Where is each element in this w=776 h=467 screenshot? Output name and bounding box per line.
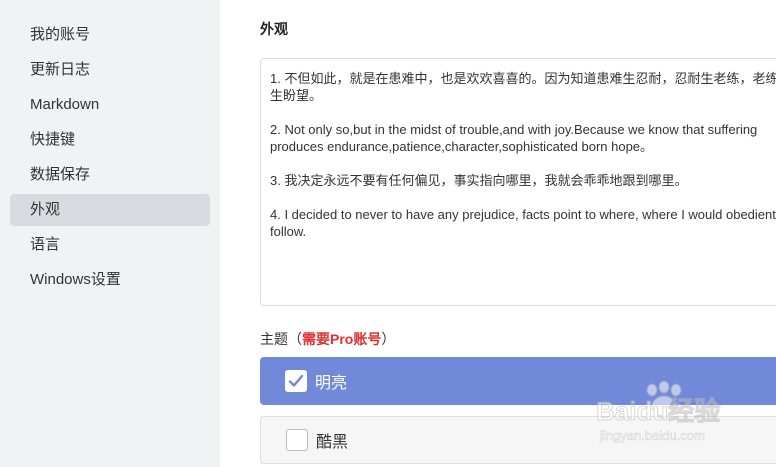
appearance-preview-box: 1. 不但如此，就是在患难中，也是欢欢喜喜的。因为知道患难生忍耐，忍耐生老练，老… bbox=[260, 58, 776, 306]
preview-paragraph: 4. I decided to never to have any prejud… bbox=[270, 207, 776, 239]
sidebar-item-shortcuts[interactable]: 快捷键 bbox=[10, 124, 210, 156]
preview-paragraph: 1. 不但如此，就是在患难中，也是欢欢喜喜的。因为知道患难生忍耐，忍耐生老练，老… bbox=[270, 71, 776, 103]
settings-main-panel: 外观 1. 不但如此，就是在患难中，也是欢欢喜喜的。因为知道患难生忍耐，忍耐生老… bbox=[220, 0, 776, 467]
sidebar-item-appearance[interactable]: 外观 bbox=[10, 194, 210, 226]
sidebar-item-markdown[interactable]: Markdown bbox=[10, 89, 210, 121]
section-title: 外观 bbox=[260, 21, 288, 37]
theme-label-close: ） bbox=[381, 331, 396, 347]
theme-option-light[interactable]: 明亮 bbox=[260, 357, 776, 405]
pro-required-note: 需要Pro账号 bbox=[302, 331, 382, 347]
theme-option-label: 明亮 bbox=[315, 375, 348, 392]
theme-label: 主题（需要Pro账号） bbox=[260, 329, 395, 349]
theme-option-label: 酷黑 bbox=[316, 434, 349, 451]
sidebar-item-data-saving[interactable]: 数据保存 bbox=[10, 159, 210, 191]
preview-paragraph: 3. 我决定永远不要有任何偏见，事实指向哪里，我就会乖乖地跟到哪里。 bbox=[270, 173, 688, 188]
sidebar-item-language[interactable]: 语言 bbox=[10, 229, 210, 261]
checkbox-checked-icon[interactable] bbox=[285, 370, 307, 392]
settings-sidebar: 我的账号 更新日志 Markdown 快捷键 数据保存 外观 语言 Window… bbox=[0, 0, 220, 467]
sidebar-item-changelog[interactable]: 更新日志 bbox=[10, 54, 210, 86]
checkbox-unchecked-icon[interactable] bbox=[286, 429, 308, 451]
theme-option-dark[interactable]: 酷黑 bbox=[260, 416, 776, 464]
sidebar-item-windows-settings[interactable]: Windows设置 bbox=[10, 264, 210, 296]
theme-label-text: 主题（ bbox=[260, 331, 302, 347]
preview-paragraph: 2. Not only so,but in the midst of troub… bbox=[270, 122, 758, 154]
sidebar-item-my-account[interactable]: 我的账号 bbox=[10, 19, 210, 51]
